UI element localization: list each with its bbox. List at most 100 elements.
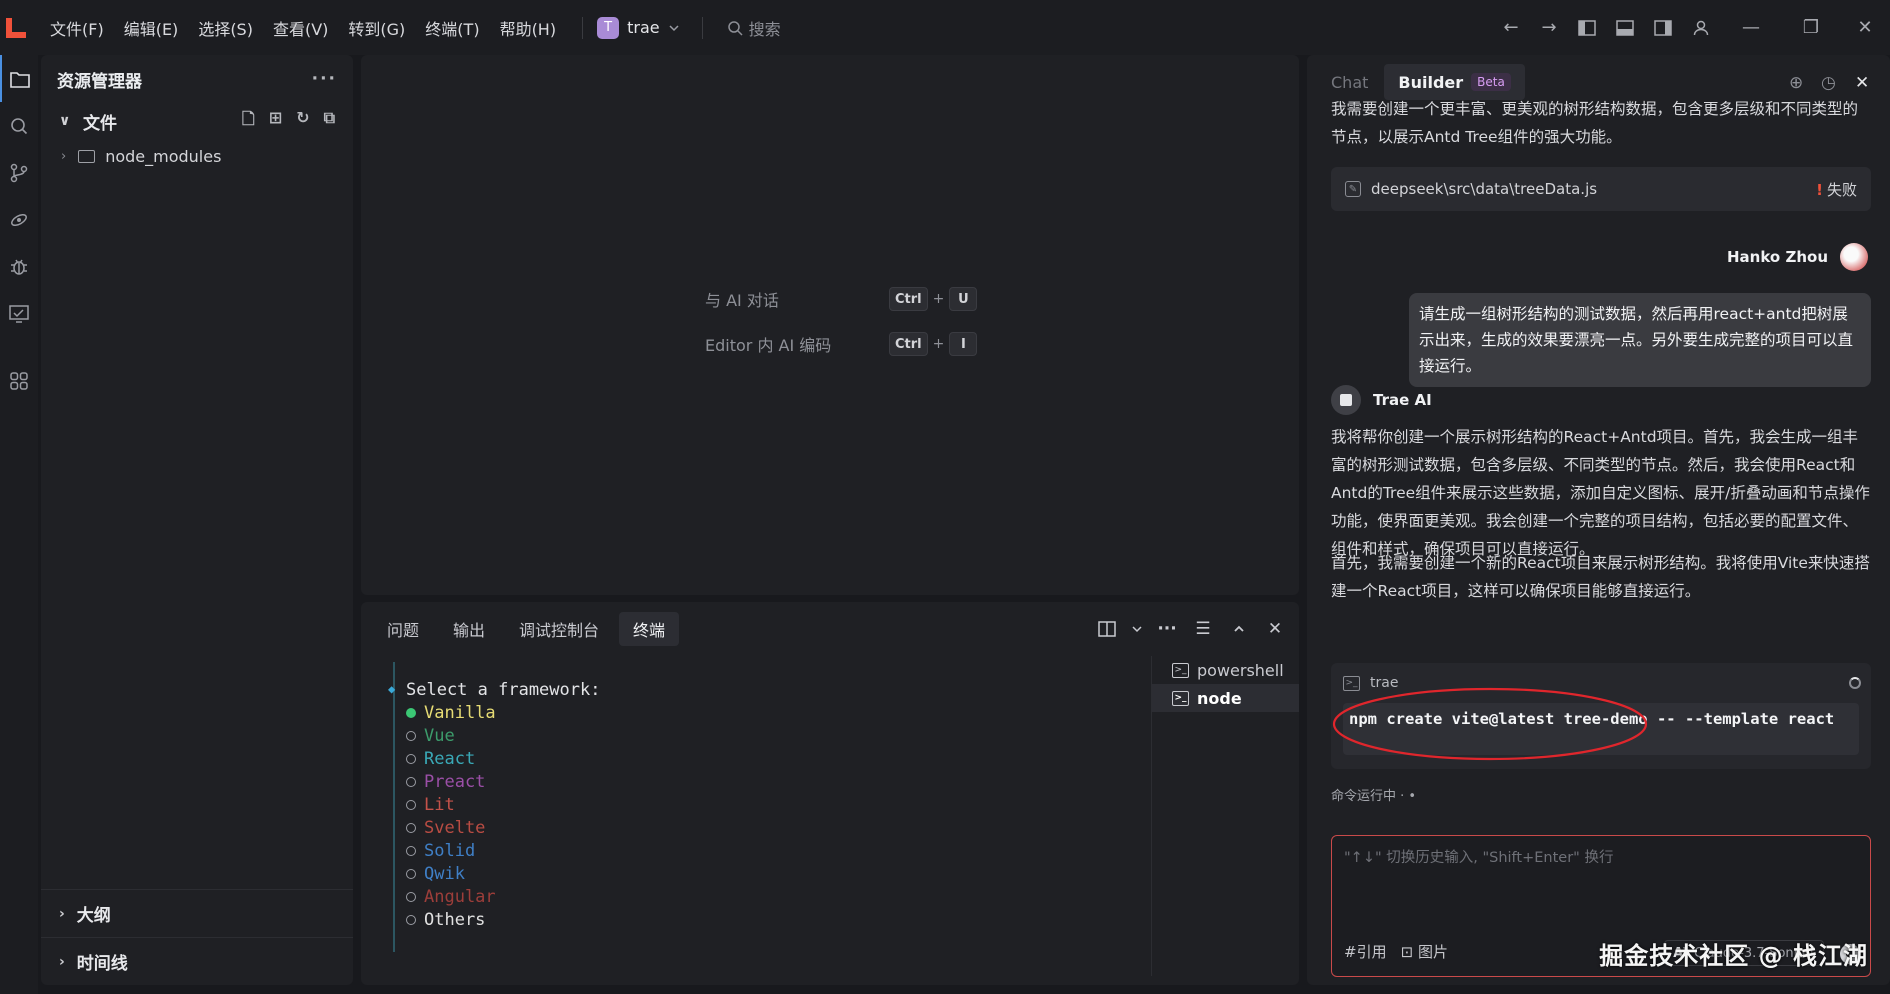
image-button[interactable]: ⊡ 图片 [1401,941,1448,962]
menu-edit[interactable]: 编辑(E) [124,16,179,40]
bottom-panel: 问题 输出 调试控制台 终端 ··· ☰ ✕ ◆ Select a framew… [361,602,1299,985]
account-icon[interactable] [1682,0,1720,55]
collapse-all-icon[interactable]: ⧉ [324,108,335,135]
framework-option[interactable]: Preact [406,770,485,793]
menu-view[interactable]: 查看(V) [273,16,328,40]
terminal-icon: >_ [1343,675,1360,691]
tab-debug-console[interactable]: 调试控制台 [505,612,613,646]
activity-bar [0,55,38,994]
framework-option[interactable]: Qwik [406,862,465,885]
terminal-settings-icon[interactable]: ☰ [1189,612,1217,646]
chevron-down-icon[interactable] [1129,612,1145,646]
trae-logo-icon [6,17,26,38]
tab-output[interactable]: 输出 [439,612,499,646]
tab-problems[interactable]: 问题 [373,612,433,646]
timeline-section[interactable]: › 时间线 [41,937,353,985]
user-name: Hanko Zhou [1727,248,1828,266]
explorer-icon[interactable] [0,55,38,102]
framework-option-label: Angular [424,886,496,907]
framework-option[interactable]: Vanilla [406,701,496,724]
files-section-header[interactable]: ∨ 文件 🗋 ⊞ ↻ ⧉ [41,103,353,139]
menu-goto[interactable]: 转到(G) [348,16,405,40]
radio-empty-icon [406,753,416,764]
command-text[interactable]: npm create vite@latest tree-demo -- --te… [1343,703,1859,755]
radio-selected-icon [406,707,416,718]
maximize-panel-icon[interactable] [1225,612,1253,646]
extensions-icon[interactable] [0,357,38,404]
tab-terminal[interactable]: 终端 [619,612,680,646]
menu-terminal[interactable]: 终端(T) [425,16,479,40]
terminal-icon: >_ [1172,662,1189,678]
folder-icon [78,149,96,163]
close-icon[interactable]: ✕ [1840,0,1890,55]
radio-empty-icon [406,799,416,810]
close-panel-icon[interactable]: ✕ [1261,612,1289,646]
search-icon[interactable] [0,102,38,149]
project-switcher[interactable]: T trae [597,16,680,39]
timeline-label: 时间线 [76,954,128,974]
framework-option[interactable]: Angular [406,885,496,908]
toggle-secondary-sidebar-icon[interactable] [1644,0,1682,55]
debug-icon[interactable] [0,243,38,290]
forward-arrow-icon[interactable]: → [1530,0,1568,55]
terminal-prompt: Select a framework: [406,679,601,700]
terminal-item-label: node [1197,688,1242,708]
split-terminal-icon[interactable] [1093,612,1121,646]
new-file-icon[interactable]: 🗋 [242,108,255,135]
search-placeholder: 搜索 [748,19,781,39]
framework-option-label: Svelte [424,817,486,838]
chevron-right-icon: › [61,148,67,164]
framework-option[interactable]: Lit [406,793,455,816]
outline-label: 大纲 [76,906,111,926]
new-chat-icon[interactable]: ⊕ [1789,73,1803,93]
file-change-card[interactable]: ✎ deepseek\src\data\treeData.js ! 失败 [1331,167,1871,211]
reference-button[interactable]: #引用 [1344,941,1387,962]
restore-icon[interactable]: ❐ [1782,0,1840,55]
terminal-icon: >_ [1172,690,1189,706]
outline-section[interactable]: › 大纲 [41,889,353,937]
more-actions-icon[interactable]: ··· [1153,612,1181,646]
trae-ai-avatar-icon [1331,385,1361,415]
menu-help[interactable]: 帮助(H) [500,16,557,40]
terminal-list: >_ powershell >_ node [1151,656,1299,976]
global-search[interactable]: 搜索 [727,16,781,40]
remote-icon[interactable] [0,196,38,243]
back-arrow-icon[interactable]: ← [1492,0,1530,55]
hint-ai-chat: 与 AI 对话 Ctrl + U [705,287,978,311]
watermark: 掘金技术社区 @ 栈江湖 [1599,942,1868,970]
toggle-sidebar-icon[interactable] [1568,0,1606,55]
radio-empty-icon [406,776,416,787]
framework-option[interactable]: Svelte [406,816,485,839]
plus-sign: + [932,336,945,352]
toggle-panel-icon[interactable] [1606,0,1644,55]
ai-message: 首先，我需要创建一个新的React项目来展示树形结构。我将使用Vite来快速搭建… [1331,554,1870,600]
image-icon: ⊡ [1400,943,1414,961]
framework-option[interactable]: React [406,747,475,770]
history-icon[interactable]: ◷ [1821,73,1836,93]
framework-option[interactable]: Solid [406,839,475,862]
refresh-icon[interactable]: ↻ [296,108,309,135]
close-icon[interactable]: ✕ [1855,73,1869,93]
explorer-title: 资源管理器 [57,71,142,92]
source-control-icon[interactable] [0,149,38,196]
new-folder-icon[interactable]: ⊞ [269,108,282,135]
tree-item-node-modules[interactable]: › node_modules [41,139,353,173]
framework-option[interactable]: Others [406,908,485,931]
menu-file[interactable]: 文件(F) [50,16,104,40]
framework-option-label: Preact [424,771,486,792]
menu-select[interactable]: 选择(S) [198,16,253,40]
terminal-output[interactable]: ◆ Select a framework: Vanilla Vue React Pre… [381,662,1181,952]
title-bar: 文件(F) 编辑(E) 选择(S) 查看(V) 转到(G) 终端(T) 帮助(H… [0,0,1890,55]
terminal-item-node[interactable]: >_ node [1152,684,1299,712]
input-placeholder: "↑↓" 切换历史输入, "Shift+Enter" 换行 [1344,850,1614,866]
preview-icon[interactable] [0,290,38,337]
radio-empty-icon [406,914,416,925]
framework-option[interactable]: Vue [406,724,455,747]
chevron-down-icon: ∨ [59,113,71,129]
terminal-item-powershell[interactable]: >_ powershell [1152,656,1299,684]
user-message: 请生成一组树形结构的测试数据，然后再用react+antd把树展示出来，生成的效… [1409,293,1871,387]
key-u: U [949,287,978,311]
minimize-icon[interactable]: — [1720,0,1782,55]
framework-option-label: Vanilla [424,702,496,723]
more-actions-icon[interactable]: ··· [312,69,337,89]
